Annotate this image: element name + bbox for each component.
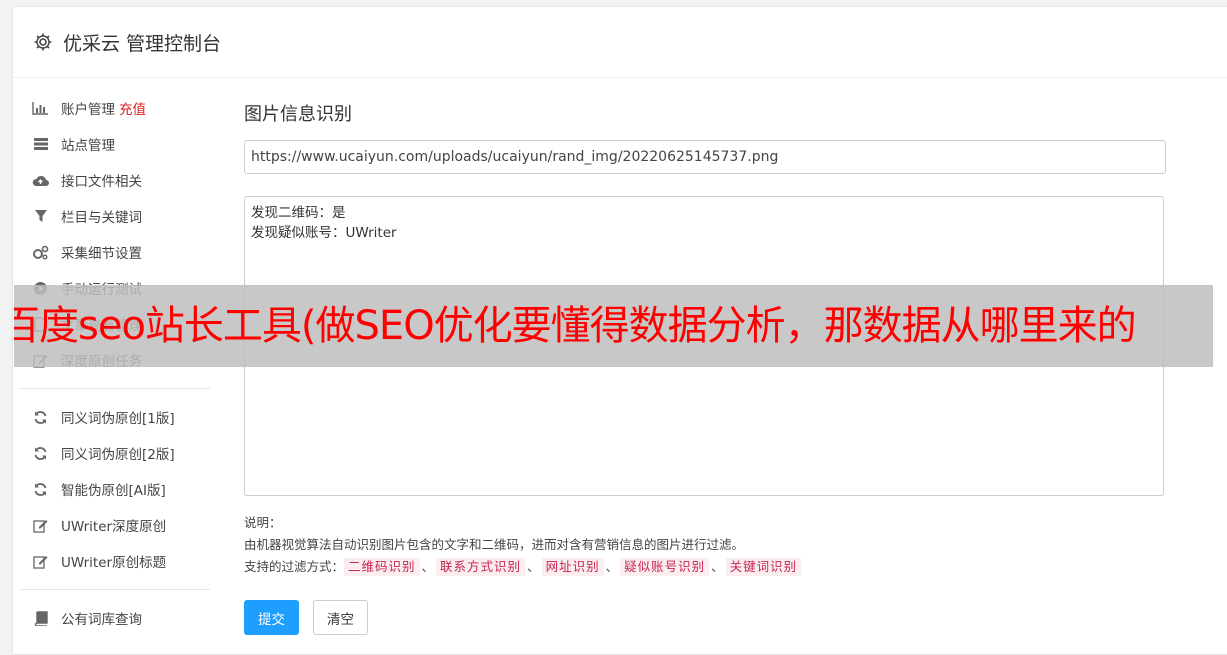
sidebar-item-label: 同义词伪原创[2版] — [61, 447, 175, 463]
filter-tag-qrcode: 二维码识别 — [344, 558, 420, 576]
filter-tag-contact: 联系方式识别 — [436, 558, 526, 576]
sidebar-divider — [20, 589, 210, 590]
sidebar-item[interactable]: 智能伪原创[AI版] — [20, 471, 210, 507]
sidebar-divider — [20, 388, 210, 389]
page-title: 优采云 管理控制台 — [63, 32, 222, 55]
sidebar-item[interactable]: UWriter深度原创 — [20, 507, 210, 543]
sidebar-item-label: 站点管理 — [61, 138, 115, 154]
sidebar-item-label: UWriter深度原创 — [61, 519, 167, 535]
server-icon — [32, 136, 49, 153]
result-line-qrcode: 发现二维码：是 — [251, 205, 346, 221]
sidebar-item[interactable]: 采集细节设置 — [20, 234, 210, 270]
submit-button[interactable]: 提交 — [244, 600, 299, 635]
book-icon — [32, 610, 49, 627]
bar-chart-icon — [32, 100, 49, 117]
cogs-icon — [32, 244, 49, 261]
sidebar-item-label: 同义词伪原创[1版] — [61, 411, 175, 427]
edit-icon — [32, 553, 49, 570]
result-line-account: 发现疑似账号：UWriter — [251, 225, 397, 241]
sidebar-item-label: 账户管理 — [61, 102, 115, 118]
image-url-input[interactable] — [244, 140, 1166, 174]
edit-icon — [32, 517, 49, 534]
refresh-icon — [32, 409, 49, 426]
sidebar-item-label: 采集细节设置 — [61, 246, 142, 262]
recharge-link[interactable]: 充值 — [119, 98, 146, 118]
page-header: 优采云 管理控制台 — [13, 7, 1227, 78]
main-content: 图片信息识别 发现二维码：是 发现疑似账号：UWriter 说明： 由机器视觉算… — [244, 100, 1166, 635]
sidebar-item-label: 智能伪原创[AI版] — [61, 483, 166, 499]
filter-separator: 、 — [421, 559, 435, 574]
refresh-icon — [32, 481, 49, 498]
sidebar-item-label: 栏目与关键词 — [61, 210, 142, 226]
filter-tag-url: 网址识别 — [541, 558, 604, 576]
action-buttons: 提交 清空 — [244, 600, 1164, 635]
sidebar-item[interactable]: 同义词伪原创[2版] — [20, 435, 210, 471]
gear-icon — [33, 32, 53, 52]
section-title: 图片信息识别 — [244, 104, 352, 125]
sidebar-item[interactable]: 同义词伪原创[1版] — [20, 399, 210, 435]
cloud-upload-icon — [32, 172, 49, 189]
sidebar-item[interactable]: UWriter原创标题 — [20, 543, 210, 579]
notes-description: 由机器视觉算法自动识别图片包含的文字和二维码，进而对含有营销信息的图片进行过滤。 — [244, 537, 745, 552]
notes: 说明： 由机器视觉算法自动识别图片包含的文字和二维码，进而对含有营销信息的图片进… — [244, 512, 1164, 578]
sidebar-item[interactable]: 站点管理 — [20, 126, 210, 162]
filter-tag-keyword: 关键词识别 — [725, 558, 802, 576]
overlay-headline: 百度seo站长工具(做SEO优化要懂得数据分析，那数据从哪里来的 — [14, 303, 1137, 349]
clear-button[interactable]: 清空 — [313, 600, 368, 635]
sidebar-item[interactable]: 账户管理 充值 — [20, 90, 210, 126]
filter-separator: 、 — [605, 559, 619, 574]
filter-separator: 、 — [711, 559, 724, 574]
filter-methods: 支持的过滤方式： 二维码识别、联系方式识别、网址识别、疑似账号识别、关键词识别 — [244, 556, 1164, 578]
filter-label: 支持的过滤方式： — [244, 559, 345, 574]
sidebar-item-label: UWriter原创标题 — [61, 555, 167, 571]
sidebar-item-label: 公有词库查询 — [61, 612, 142, 628]
banner-overlay: 百度seo站长工具(做SEO优化要懂得数据分析，那数据从哪里来的 — [14, 285, 1213, 367]
refresh-icon — [32, 445, 49, 462]
filter-separator: 、 — [527, 559, 540, 574]
filter-icon — [32, 208, 49, 225]
sidebar-item[interactable]: 接口文件相关 — [20, 162, 210, 198]
sidebar-item[interactable]: 公有词库查询 — [20, 600, 210, 636]
sidebar-item[interactable]: 栏目与关键词 — [20, 198, 210, 234]
sidebar-item-label: 接口文件相关 — [61, 174, 142, 190]
filter-tag-account: 疑似账号识别 — [620, 558, 710, 576]
notes-label: 说明： — [244, 515, 282, 530]
